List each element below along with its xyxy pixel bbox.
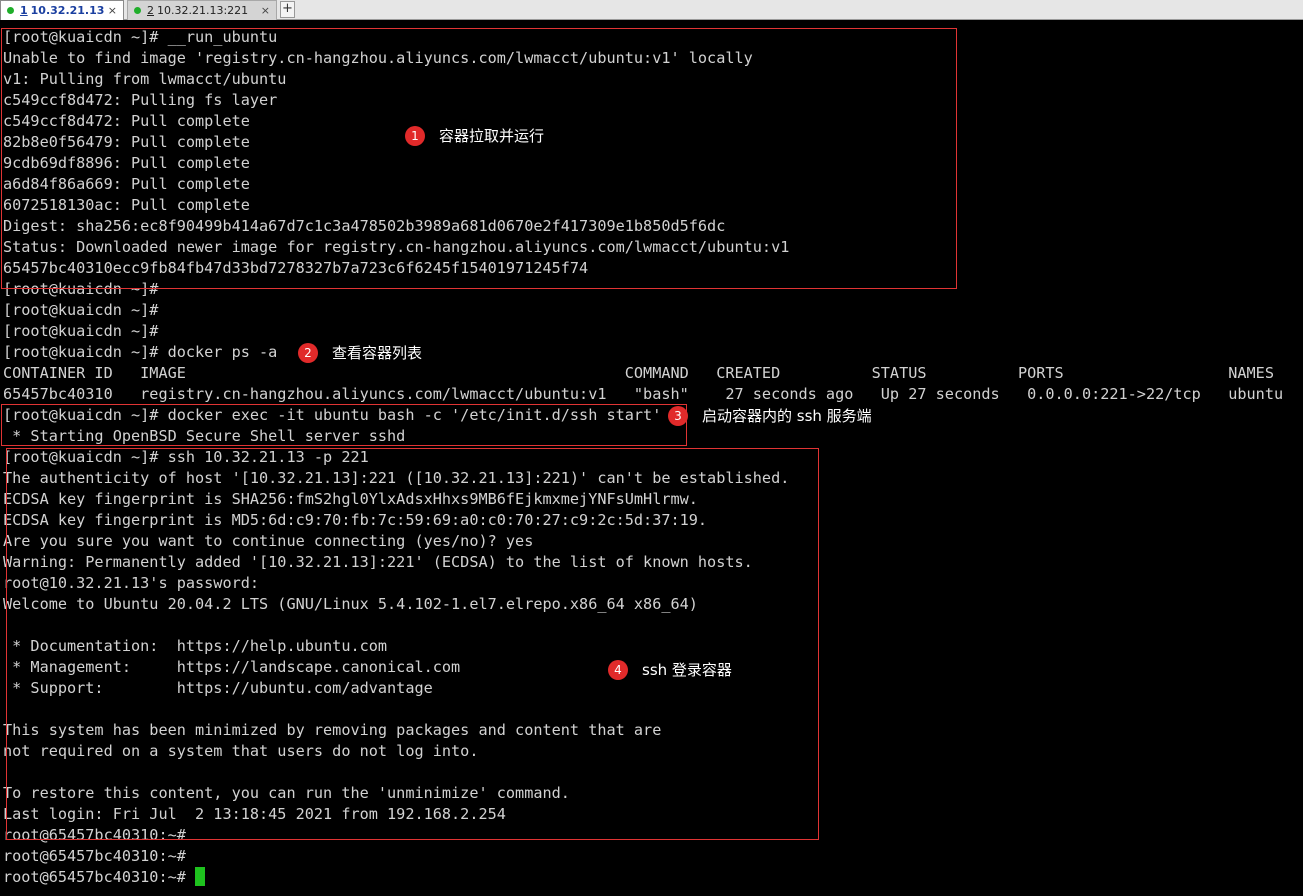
annotation-text: 启动容器内的 ssh 服务端 [702, 407, 872, 425]
terminal-line: root@65457bc40310:~# [3, 847, 186, 865]
highlight-box-pull-run [1, 28, 957, 289]
tab-bar: 1 10.32.21.13 × 2 10.32.21.13:221 × + [0, 0, 1303, 20]
tab-number: 1 [20, 4, 28, 17]
annotation-text: ssh 登录容器 [642, 661, 732, 679]
annotation-text: 容器拉取并运行 [439, 127, 545, 145]
tab-host: 10.32.21.13 [30, 4, 105, 17]
step-badge: 1 [405, 125, 425, 146]
close-icon[interactable]: × [108, 4, 117, 17]
step-badge: 3 [668, 405, 688, 426]
terminal-line: root@65457bc40310:~# [3, 867, 1283, 888]
step-badge: 2 [298, 342, 318, 363]
annotation-3: 3 启动容器内的 ssh 服务端 [668, 405, 872, 426]
highlight-box-ssh-login [6, 448, 819, 840]
annotation-1: 1 容器拉取并运行 [405, 125, 544, 146]
close-icon[interactable]: × [261, 4, 270, 17]
terminal-line: [root@kuaicdn ~]# [3, 301, 159, 319]
connected-status-icon [134, 7, 141, 14]
highlight-box-ssh-start [1, 404, 687, 446]
terminal-cursor [195, 867, 206, 886]
tab-number: 2 [147, 4, 154, 17]
terminal-line: [root@kuaicdn ~]# docker ps -a [3, 343, 278, 361]
tab-host: 10.32.21.13:221 [157, 4, 249, 17]
connected-status-icon [7, 7, 14, 14]
annotation-text: 查看容器列表 [332, 344, 423, 362]
terminal-line: CONTAINER ID IMAGE COMMAND CREATED STATU… [3, 364, 1274, 382]
step-badge: 4 [608, 659, 628, 680]
terminal-line: [root@kuaicdn ~]# [3, 322, 159, 340]
annotation-2: 2 查看容器列表 [298, 342, 422, 363]
tab-session-2[interactable]: 2 10.32.21.13:221 × [127, 0, 277, 20]
annotation-4: 4 ssh 登录容器 [608, 659, 732, 680]
tab-session-1[interactable]: 1 10.32.21.13 × [0, 0, 124, 20]
terminal-line: 65457bc40310 registry.cn-hangzhou.aliyun… [3, 385, 1284, 403]
new-tab-button[interactable]: + [280, 1, 295, 18]
